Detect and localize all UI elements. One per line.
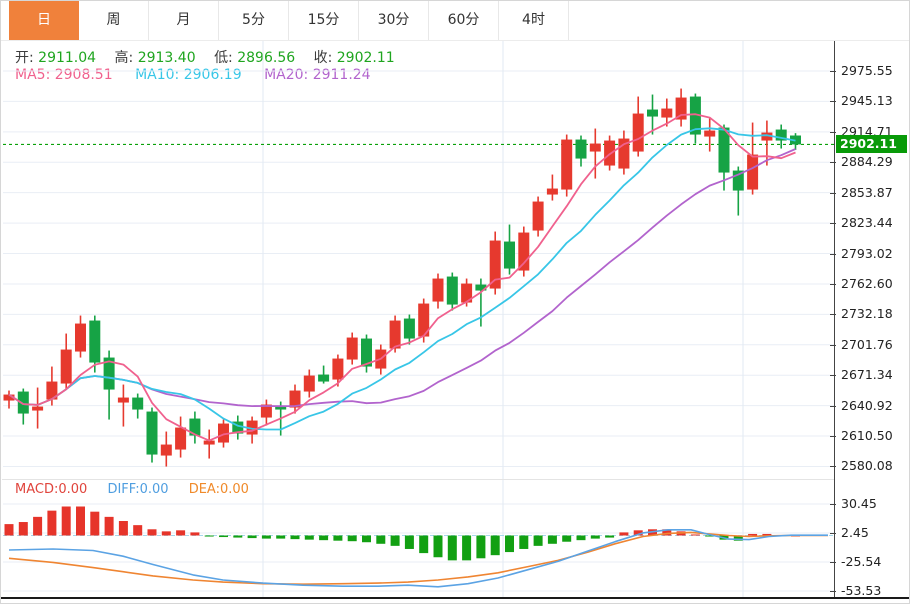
macd-axis-label: -53.53 (841, 583, 907, 598)
price-axis-label: 2793.02 (841, 246, 907, 261)
tab-5min[interactable]: 5分 (219, 1, 289, 40)
axis-tick (830, 504, 836, 505)
candle[interactable] (161, 432, 172, 467)
candle[interactable] (304, 370, 315, 398)
axis-tick (830, 223, 836, 224)
candle[interactable] (533, 197, 544, 237)
ma5-line (9, 114, 796, 440)
axis-tick (830, 436, 836, 437)
tab-week[interactable]: 周 (79, 1, 149, 40)
current-price-badge: 2902.11 (836, 135, 907, 153)
candlestick-chart[interactable] (3, 41, 834, 479)
axis-tick (830, 101, 836, 102)
candle[interactable] (618, 131, 629, 175)
axis-tick (830, 591, 836, 592)
price-axis-label: 2580.08 (841, 458, 907, 473)
candle[interactable] (433, 274, 444, 309)
price-axis-label: 2945.13 (841, 93, 907, 108)
candle[interactable] (147, 408, 158, 463)
pane-divider (2, 479, 834, 480)
axis-tick (830, 254, 836, 255)
candle[interactable] (347, 333, 358, 365)
candle[interactable] (661, 99, 672, 127)
candle[interactable] (547, 175, 558, 201)
candle[interactable] (447, 273, 458, 311)
tab-day[interactable]: 日 (9, 1, 79, 40)
period-tabbar: 日周月5分15分30分60分4时 (1, 1, 909, 41)
candle[interactable] (75, 316, 86, 358)
tab-30min[interactable]: 30分 (359, 1, 429, 40)
candle[interactable] (61, 334, 72, 390)
candle[interactable] (18, 389, 29, 425)
price-axis-label: 2975.55 (841, 63, 907, 78)
candle[interactable] (604, 136, 615, 171)
candle[interactable] (490, 232, 501, 295)
axis-tick (830, 375, 836, 376)
tab-4hour[interactable]: 4时 (499, 1, 569, 40)
price-axis-line (834, 41, 835, 598)
axis-tick (830, 71, 836, 72)
axis-tick (830, 562, 836, 563)
candles (4, 89, 802, 467)
candle[interactable] (704, 119, 715, 152)
chart-bottom-border (1, 597, 909, 599)
price-axis-label: 2671.34 (841, 367, 907, 382)
candle[interactable] (189, 412, 200, 444)
candle[interactable] (747, 123, 758, 195)
tab-month[interactable]: 月 (149, 1, 219, 40)
macd-chart[interactable] (3, 479, 834, 597)
candle[interactable] (790, 133, 801, 150)
axis-tick (830, 132, 836, 133)
candle[interactable] (676, 89, 687, 127)
price-axis-label: 2701.76 (841, 337, 907, 352)
diff-line (9, 530, 828, 587)
price-axis-label: 2823.44 (841, 215, 907, 230)
price-axis-label: 2610.50 (841, 428, 907, 443)
price-axis-label: 2762.60 (841, 276, 907, 291)
candle[interactable] (518, 227, 529, 277)
axis-tick (830, 193, 836, 194)
tab-15min[interactable]: 15分 (289, 1, 359, 40)
candle[interactable] (204, 430, 215, 459)
tab-60min[interactable]: 60分 (429, 1, 499, 40)
axis-tick (830, 314, 836, 315)
ma10-line (9, 128, 796, 429)
price-axis-label: 2640.92 (841, 398, 907, 413)
axis-tick (830, 345, 836, 346)
candle[interactable] (175, 417, 186, 458)
price-axis-label: 2732.18 (841, 306, 907, 321)
axis-tick (830, 533, 836, 534)
candle[interactable] (561, 135, 572, 197)
candle[interactable] (132, 394, 143, 419)
main-gridlines (3, 41, 834, 479)
price-axis-label: 2884.29 (841, 154, 907, 169)
candle[interactable] (32, 388, 43, 429)
macd-gridlines (3, 479, 834, 597)
candle[interactable] (318, 366, 329, 384)
axis-tick (830, 406, 836, 407)
axis-tick (830, 162, 836, 163)
candle[interactable] (690, 94, 701, 144)
candle[interactable] (361, 335, 372, 373)
macd-axis-label: 30.45 (841, 496, 907, 511)
axis-tick (830, 284, 836, 285)
candle[interactable] (633, 97, 644, 157)
axis-tick (830, 466, 836, 467)
price-axis-label: 2853.87 (841, 185, 907, 200)
trading-chart-app: 日周月5分15分30分60分4时 开: 2911.04 高: 2913.40 低… (0, 0, 910, 604)
candle[interactable] (504, 225, 515, 275)
candle[interactable] (332, 355, 343, 387)
macd-axis-label: 2.45 (841, 525, 907, 540)
macd-axis-label: -25.54 (841, 554, 907, 569)
